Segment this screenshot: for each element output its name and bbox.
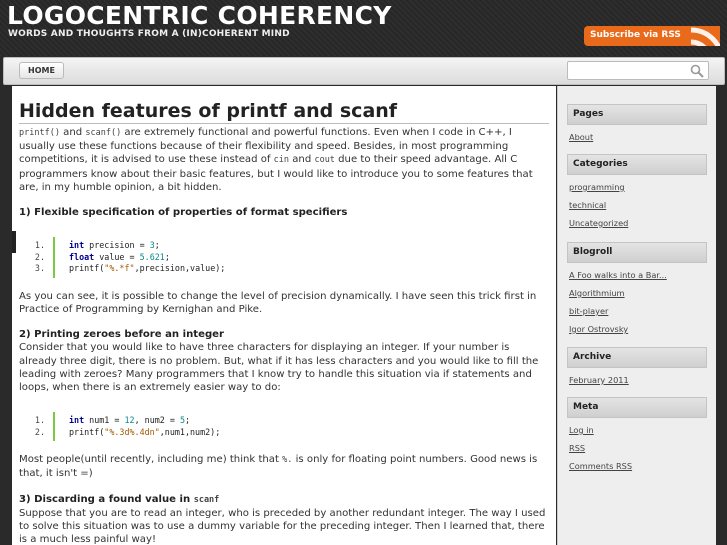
text: Most people(until recently, including me… (19, 454, 283, 466)
text: and (59, 127, 86, 138)
code-string: "%.3d%.4dn" (104, 426, 160, 437)
code-text: printf( (69, 263, 105, 274)
sidebar-link-foo-bar[interactable]: A Foo walks into a Bar... (569, 270, 707, 281)
subscribe-rss-label: Subscribe via RSS (590, 30, 681, 40)
subscribe-rss-button[interactable]: Subscribe via RSS (584, 26, 720, 46)
paragraph: Consider that you would like to have thr… (19, 342, 539, 393)
sidebar-link-uncategorized[interactable]: Uncategorized (569, 218, 707, 229)
sidebar-link-about[interactable]: About (569, 132, 707, 143)
scroll-marker (12, 231, 16, 253)
line-number: 2. (34, 426, 45, 437)
code-text: ; (154, 240, 160, 251)
sidebar-link-igor-ostrovsky[interactable]: Igor Ostrovsky (569, 324, 707, 335)
site-tagline: WORDS AND THOUGHTS FROM A (IN)COHERENT M… (8, 29, 290, 39)
search-icon[interactable] (690, 64, 704, 78)
sidebar-link-comments-rss[interactable]: Comments RSS (569, 461, 707, 472)
widget-categories: Categories programming technical Uncateg… (567, 154, 707, 229)
site-title[interactable]: LOGOCENTRIC COHERENCY (7, 1, 392, 31)
line-number: 1. (34, 240, 45, 251)
sidebar-link-algorithmium[interactable]: Algorithmium (569, 288, 707, 299)
sidebar-link-technical[interactable]: technical (569, 200, 707, 211)
widget-title: Archive (567, 347, 707, 368)
heading-text: 3) Discarding a found value in (19, 493, 194, 505)
widget-title: Pages (567, 104, 707, 125)
widget-title: Blogroll (567, 242, 707, 263)
sidebar-link-february-2011[interactable]: February 2011 (569, 375, 707, 386)
code-keyword: int (69, 240, 85, 251)
code-text: , num2 = (134, 415, 180, 426)
inline-code: scanf() (85, 128, 122, 138)
code-gutter-bar (53, 237, 55, 278)
code-number: 12 (124, 415, 135, 426)
nav-bar: HOME (3, 57, 725, 85)
code-line: 1. int num1 = 12, num2 = 5; (19, 415, 546, 427)
code-gutter-bar (53, 412, 55, 442)
paragraph: As you can see, it is possible to change… (19, 290, 537, 315)
intro-paragraph: printf() and scanf() are extremely funct… (19, 126, 546, 194)
inline-code: cout (314, 155, 335, 166)
code-text: ; (185, 415, 191, 426)
code-block: 1. int num1 = 12, num2 = 5; 2. printf("%.3… (19, 412, 546, 442)
nav-home-tab[interactable]: HOME (19, 62, 64, 79)
widget-blogroll: Blogroll A Foo walks into a Bar... Algor… (567, 242, 707, 335)
post-title[interactable]: Hidden features of printf and scanf (19, 100, 397, 122)
code-text: ,num1,num2); (159, 426, 221, 437)
widget-meta: Meta Log in RSS Comments RSS (567, 397, 707, 472)
code-line: 3. printf("%.*f",precision,value); (19, 263, 546, 275)
widget-title: Categories (567, 154, 707, 175)
line-number: 1. (34, 415, 45, 426)
site-header: LOGOCENTRIC COHERENCY WORDS AND THOUGHTS… (0, 0, 727, 56)
inline-code: %. (282, 455, 293, 466)
title-divider (19, 123, 549, 124)
search-input[interactable] (568, 66, 691, 84)
text: and (289, 154, 315, 166)
code-text: num1 = (84, 415, 125, 426)
widget-pages: Pages About (567, 104, 707, 143)
sidebar-link-rss[interactable]: RSS (569, 443, 707, 454)
code-line: 1. int precision = 3; (19, 240, 546, 252)
inline-code: printf() (19, 128, 60, 138)
code-line: 2. float value = 5.621; (19, 252, 546, 264)
post-body: printf() and scanf() are extremely funct… (19, 126, 546, 545)
code-number: 5.621 (139, 251, 165, 262)
section-heading: 3) Discarding a found value in scanf (19, 493, 546, 507)
line-number: 3. (34, 263, 45, 274)
code-block: 1. int precision = 3; 2. float value = 5.6… (19, 237, 546, 278)
widget-title: Meta (567, 397, 707, 418)
rss-icon (690, 27, 720, 46)
search-box (567, 61, 709, 84)
code-text: ; (164, 251, 170, 262)
section-heading: 2) Printing zeroes before an integer (19, 329, 224, 341)
paragraph: Suppose that you are to read an integer,… (19, 507, 546, 545)
code-keyword: float (69, 251, 95, 262)
section-heading: 1) Flexible specification of properties … (19, 207, 348, 219)
inline-code: scanf (193, 494, 220, 505)
sidebar-link-log-in[interactable]: Log in (569, 425, 707, 436)
code-text: precision = (84, 240, 150, 251)
inline-code: cin (273, 155, 290, 166)
code-string: "%.*f" (104, 263, 135, 274)
widget-archive: Archive February 2011 (567, 347, 707, 386)
code-line: 2. printf("%.3d%.4dn",num1,num2); (19, 427, 546, 439)
code-keyword: int (69, 415, 85, 426)
sidebar: Pages About Categories programming techn… (557, 86, 716, 545)
code-text: ,precision,value); (134, 263, 226, 274)
code-text: value = (94, 251, 140, 262)
main-content: Hidden features of printf and scanf prin… (12, 86, 556, 545)
sidebar-link-bit-player[interactable]: bit-player (569, 306, 707, 317)
code-text: printf( (69, 426, 105, 437)
sidebar-link-programming[interactable]: programming (569, 182, 707, 193)
paragraph: Most people(until recently, including me… (19, 453, 546, 480)
line-number: 2. (34, 251, 45, 262)
